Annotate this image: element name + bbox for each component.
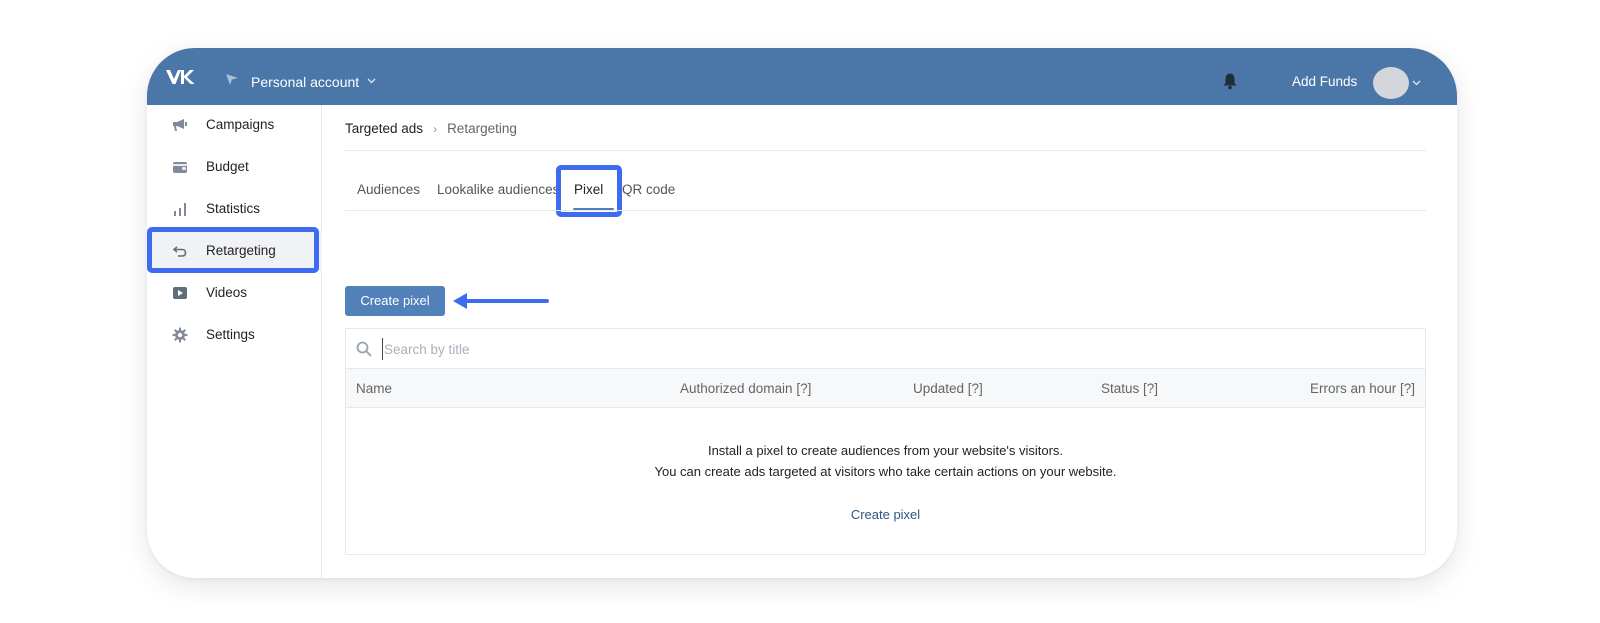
search-icon	[356, 341, 372, 357]
tab-lookalike-audiences[interactable]: Lookalike audiences	[437, 182, 559, 197]
sidebar-item-label: Budget	[206, 159, 249, 174]
empty-state-text: Install a pixel to create audiences from…	[707, 443, 1064, 458]
bell-icon[interactable]	[1222, 72, 1238, 90]
avatar[interactable]	[1373, 67, 1409, 99]
tab-audiences[interactable]: Audiences	[357, 182, 420, 197]
sidebar-item-label: Videos	[206, 285, 248, 300]
breadcrumb: Targeted ads › Retargeting	[345, 121, 517, 136]
retargeting-highlight	[147, 227, 319, 273]
account-switcher[interactable]: Personal account	[251, 74, 359, 90]
create-pixel-link[interactable]: Create pixel	[346, 507, 1425, 522]
breadcrumb-separator: ›	[433, 121, 438, 136]
column-updated[interactable]: Updated [?]	[913, 381, 983, 396]
sidebar-item-label: Statistics	[206, 201, 261, 216]
search-input[interactable]	[382, 338, 882, 360]
breadcrumb-item-retargeting: Retargeting	[447, 121, 517, 136]
pointer-arrow-icon	[453, 293, 549, 309]
sidebar-item-label: Campaigns	[206, 117, 275, 132]
chevron-down-icon[interactable]	[1412, 80, 1421, 86]
flag-icon	[226, 74, 238, 85]
chevron-down-icon[interactable]	[367, 78, 376, 84]
main-content: Targeted ads › Retargeting Audiences Loo…	[345, 105, 1426, 575]
sidebar-item-budget[interactable]: Budget	[147, 147, 322, 187]
wallet-icon	[173, 162, 187, 173]
divider	[345, 210, 1426, 211]
gear-icon	[172, 327, 188, 343]
add-funds-link[interactable]: Add Funds	[1292, 74, 1357, 89]
divider	[345, 150, 1426, 151]
sidebar-item-label: Settings	[206, 327, 255, 342]
top-bar: Personal account Add Funds	[147, 48, 1457, 105]
tab-qr-code[interactable]: QR code	[622, 182, 675, 197]
megaphone-icon	[173, 119, 187, 131]
pixel-list-panel: Name Authorized domain [?] Updated [?] S…	[345, 328, 1426, 555]
column-status[interactable]: Status [?]	[1101, 381, 1158, 396]
empty-state-text: You can create ads targeted at visitors …	[654, 464, 1117, 479]
bar-chart-icon	[174, 203, 186, 216]
create-pixel-button[interactable]: Create pixel	[345, 286, 445, 316]
column-errors-an-hour[interactable]: Errors an hour [?]	[1310, 381, 1415, 396]
app-window: Personal account Add Funds Campaigns Bud…	[147, 48, 1457, 578]
sidebar: Campaigns Budget Statistics Retargeting …	[147, 105, 322, 578]
column-authorized-domain[interactable]: Authorized domain [?]	[680, 381, 811, 396]
sidebar-item-settings[interactable]: Settings	[147, 315, 322, 355]
column-name[interactable]: Name	[356, 381, 392, 396]
table-header: Name Authorized domain [?] Updated [?] S…	[346, 368, 1425, 408]
sidebar-item-campaigns[interactable]: Campaigns	[147, 105, 322, 145]
search-bar	[346, 329, 1425, 368]
sidebar-item-videos[interactable]: Videos	[147, 273, 322, 313]
breadcrumb-item-targeted-ads[interactable]: Targeted ads	[345, 121, 423, 136]
sidebar-item-statistics[interactable]: Statistics	[147, 189, 322, 229]
vk-logo-icon[interactable]	[165, 68, 195, 86]
video-play-icon	[173, 287, 187, 299]
